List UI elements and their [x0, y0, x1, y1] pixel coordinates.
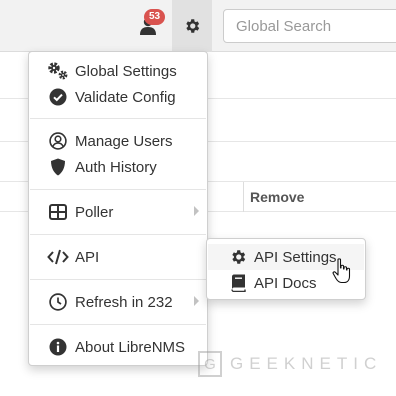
- gear-icon: [186, 19, 200, 33]
- table-column-separator: [243, 182, 244, 212]
- submenu-item-label: API Settings: [254, 248, 337, 266]
- geeknetic-watermark: G GEEKNETIC: [198, 351, 382, 377]
- top-navbar: 53: [0, 0, 396, 52]
- menu-divider: [30, 118, 206, 119]
- menu-item-label: Poller: [75, 203, 114, 221]
- menu-item-poller[interactable]: Poller: [29, 199, 207, 225]
- menu-item-label: API: [75, 248, 100, 266]
- gear-icon: [228, 247, 248, 267]
- settings-menu-button[interactable]: [172, 0, 212, 52]
- menu-divider: [30, 324, 206, 325]
- menu-item-refresh[interactable]: Refresh in 232: [29, 289, 207, 315]
- menu-item-label: Global Settings: [75, 62, 177, 80]
- menu-divider: [30, 234, 206, 235]
- menu-item-about[interactable]: About LibreNMS: [29, 334, 207, 360]
- remove-column-header: Remove: [250, 189, 305, 205]
- code-icon: [47, 247, 69, 267]
- book-icon: [228, 273, 248, 293]
- menu-item-label: About LibreNMS: [75, 338, 186, 356]
- submenu-item-label: API Docs: [254, 274, 317, 292]
- menu-divider: [30, 189, 206, 190]
- global-search-input[interactable]: [223, 9, 396, 43]
- hand-pointer-cursor-icon: [332, 258, 351, 284]
- cogs-icon: [47, 61, 69, 81]
- watermark-mark: G: [198, 351, 222, 377]
- notification-count-badge: 53: [144, 9, 165, 25]
- menu-item-label: Auth History: [75, 158, 157, 176]
- menu-item-validate-config[interactable]: Validate Config: [29, 84, 207, 110]
- settings-dropdown-menu: Global Settings Validate Config Manage U…: [28, 51, 208, 366]
- menu-item-api[interactable]: API: [29, 244, 207, 270]
- menu-item-global-settings[interactable]: Global Settings: [29, 58, 207, 84]
- menu-item-manage-users[interactable]: Manage Users: [29, 128, 207, 154]
- info-circle-icon: [47, 337, 69, 357]
- menu-divider: [30, 279, 206, 280]
- menu-item-label: Refresh in 232: [75, 293, 173, 311]
- submenu-caret-icon: [194, 296, 199, 306]
- check-circle-icon: [47, 87, 69, 107]
- clock-icon: [47, 292, 69, 312]
- table-grid-icon: [47, 202, 69, 222]
- menu-item-label: Manage Users: [75, 132, 173, 150]
- submenu-caret-icon: [194, 206, 199, 216]
- menu-item-auth-history[interactable]: Auth History: [29, 154, 207, 180]
- user-circle-icon: [47, 131, 69, 151]
- menu-item-label: Validate Config: [75, 88, 176, 106]
- watermark-text: GEEKNETIC: [230, 354, 383, 373]
- shield-icon: [47, 157, 69, 177]
